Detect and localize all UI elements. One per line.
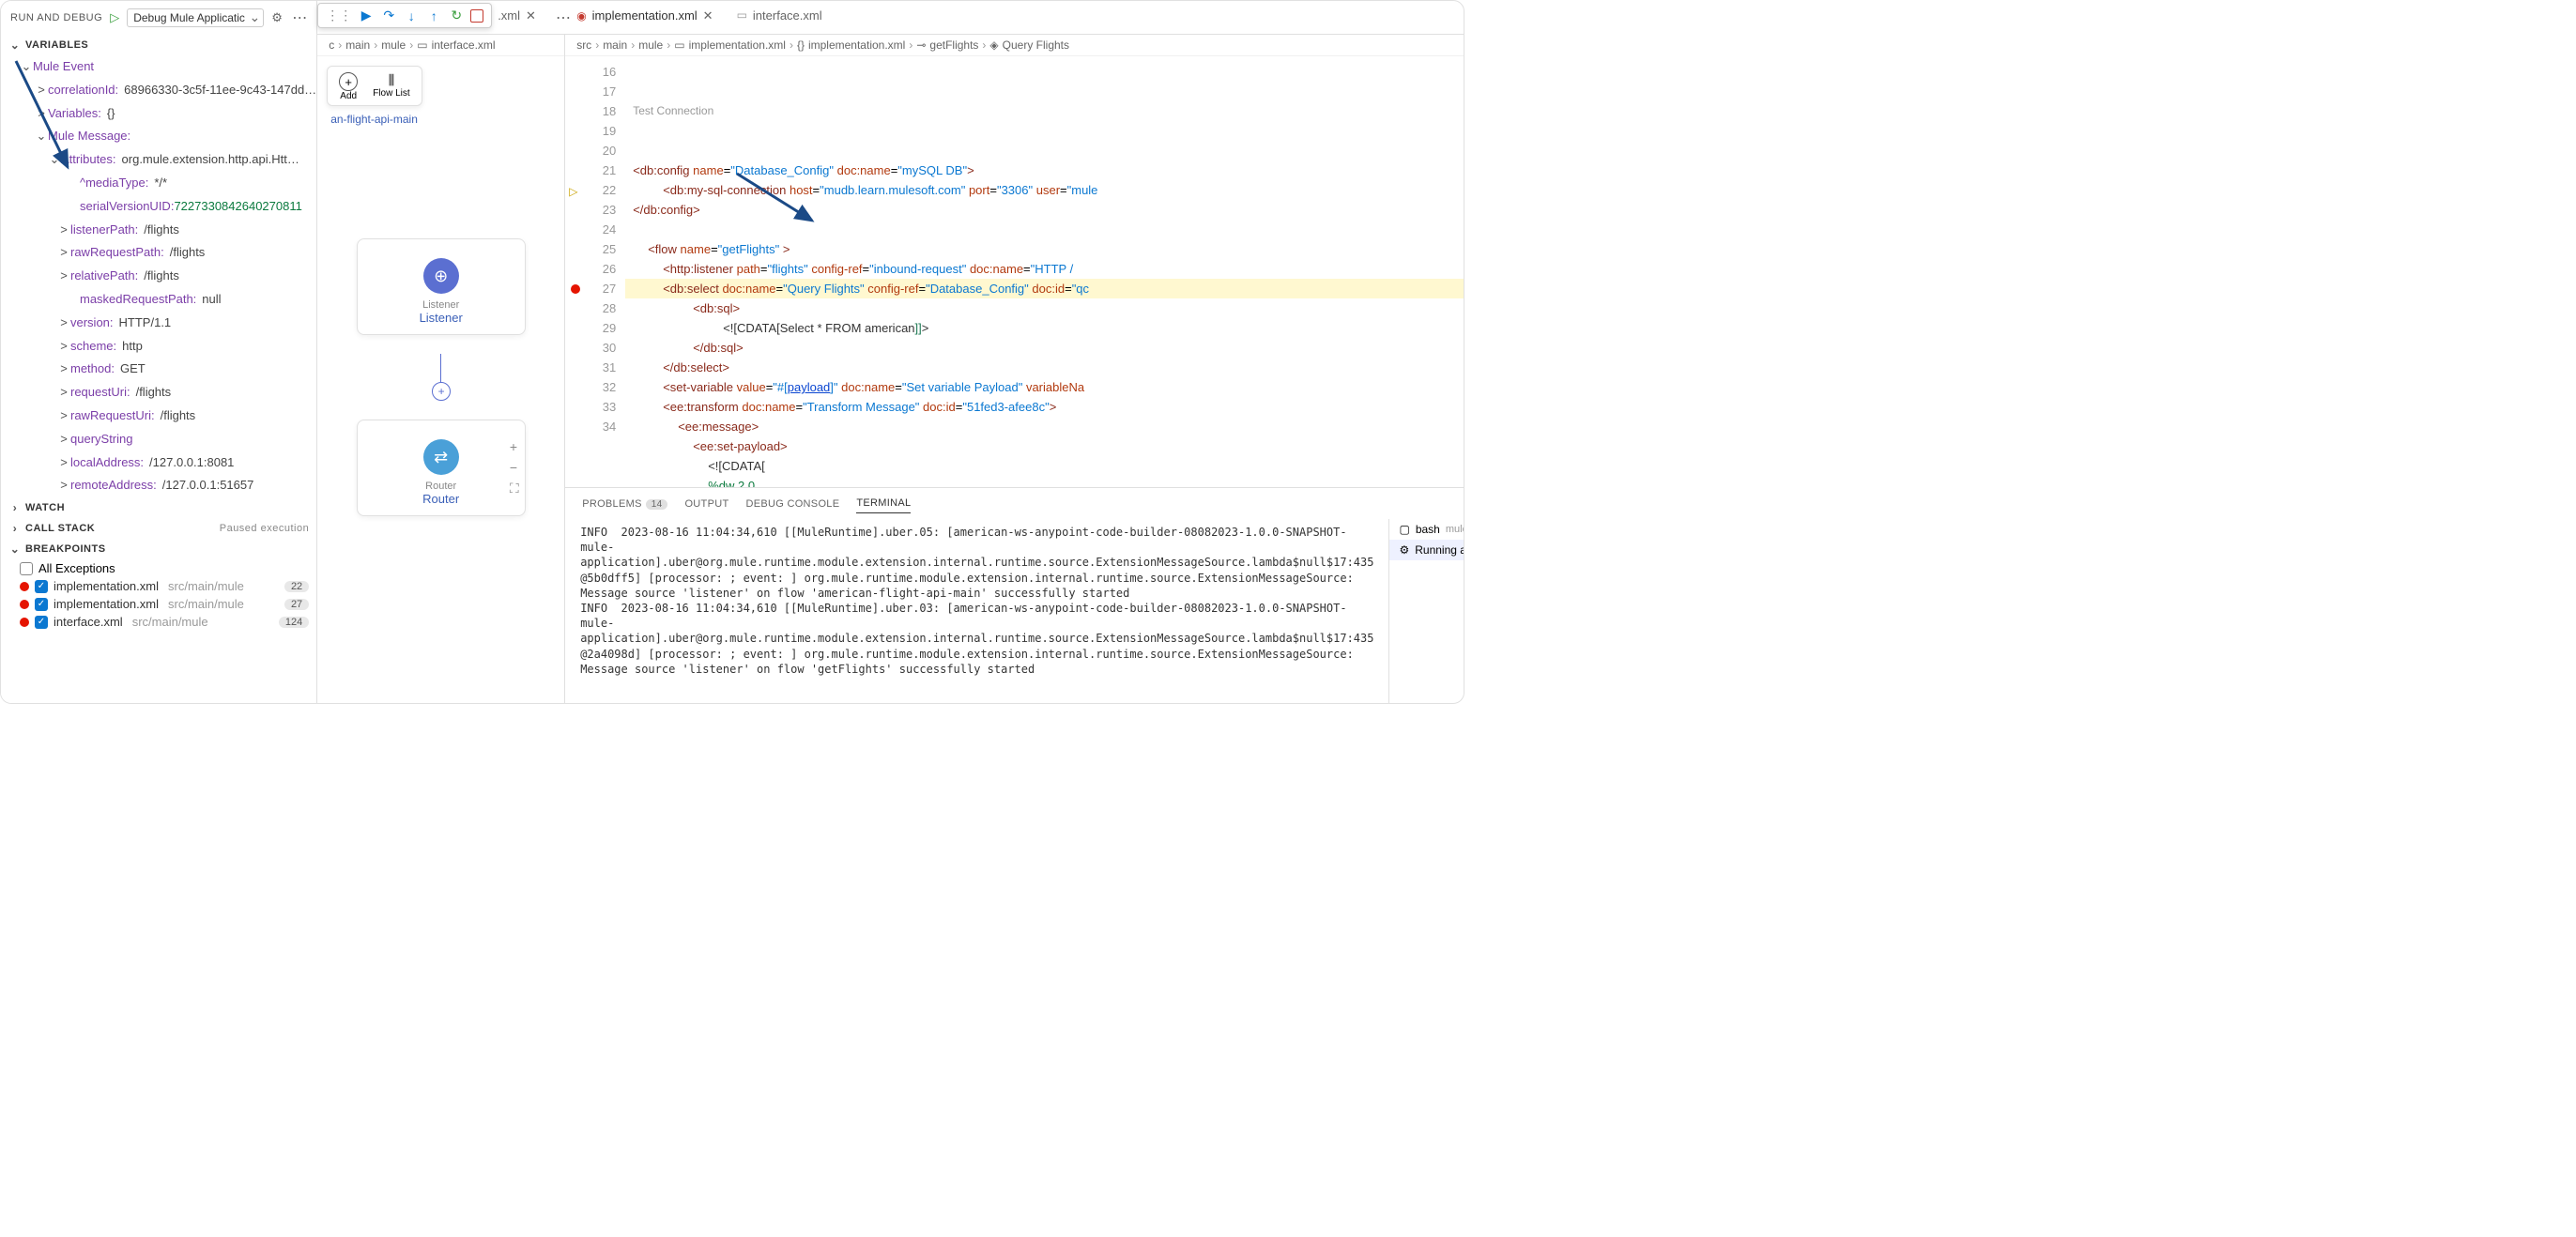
tab-debug-console[interactable]: DEBUG CONSOLE bbox=[745, 495, 839, 513]
breadcrumb-item[interactable]: main bbox=[603, 38, 627, 52]
breakpoint-all-exceptions[interactable]: All Exceptions bbox=[1, 559, 316, 577]
breadcrumb-item[interactable]: src bbox=[576, 38, 591, 52]
variable-row[interactable]: >method:GET bbox=[1, 358, 316, 381]
continue-icon[interactable]: ▶ bbox=[358, 8, 375, 23]
variable-row[interactable]: >queryString bbox=[1, 428, 316, 451]
close-icon[interactable]: ✕ bbox=[703, 8, 713, 23]
variable-row[interactable]: maskedRequestPath:null bbox=[1, 288, 316, 312]
breadcrumb-item[interactable]: Query Flights bbox=[1003, 38, 1069, 52]
code-line[interactable]: </db:select> bbox=[625, 358, 1464, 377]
code-line[interactable]: <ee:transform doc:name="Transform Messag… bbox=[625, 397, 1464, 417]
flowlist-button[interactable]: ⫼Flow List bbox=[373, 72, 409, 101]
tab-interface[interactable]: .xml ✕ bbox=[486, 8, 548, 23]
breakpoint-row[interactable]: ✓implementation.xmlsrc/main/mule27 bbox=[1, 595, 316, 613]
watch-section[interactable]: ›WATCH bbox=[1, 497, 316, 518]
step-over-icon[interactable]: ↷ bbox=[380, 8, 397, 23]
variable-row[interactable]: serialVersionUID:7227330842640270811 bbox=[1, 195, 316, 219]
shell-row[interactable]: ▢bashmule-enterprise-standalone-4.4.0-20… bbox=[1389, 519, 1464, 540]
breadcrumb-item[interactable]: main bbox=[345, 38, 370, 52]
more-icon[interactable]: ⋯ bbox=[292, 8, 307, 27]
step-out-icon[interactable]: ↑ bbox=[425, 8, 442, 23]
drag-handle-icon[interactable]: ⋮⋮ bbox=[326, 8, 352, 23]
terminal-output[interactable]: INFO 2023-08-16 11:04:34,610 [[MuleRunti… bbox=[565, 519, 1388, 703]
gear-icon[interactable]: ⚙ bbox=[271, 10, 283, 25]
variable-row[interactable]: >remoteAddress:/127.0.0.1:51657 bbox=[1, 474, 316, 497]
code-line[interactable]: <db:sql> bbox=[625, 298, 1464, 318]
step-into-icon[interactable]: ↓ bbox=[403, 8, 420, 23]
code-line[interactable]: <ee:message> bbox=[625, 417, 1464, 436]
zoom-in-icon[interactable]: + bbox=[510, 439, 519, 454]
tab-implementation.xml[interactable]: ◉implementation.xml✕ bbox=[565, 8, 725, 24]
breakpoint-row[interactable]: ✓implementation.xmlsrc/main/mule22 bbox=[1, 577, 316, 595]
code-line[interactable]: <flow name="getFlights" > bbox=[625, 239, 1464, 259]
tab-terminal[interactable]: TERMINAL bbox=[856, 494, 911, 513]
code-line[interactable]: <![CDATA[ bbox=[625, 456, 1464, 476]
variable-row[interactable]: >relativePath:/flights bbox=[1, 265, 316, 288]
start-debug-button[interactable]: ▷ bbox=[110, 10, 119, 25]
fullscreen-icon[interactable]: ⛶ bbox=[510, 481, 519, 496]
code-line[interactable]: <ee:set-payload> bbox=[625, 436, 1464, 456]
variable-row[interactable]: >localAddress:/127.0.0.1:8081 bbox=[1, 451, 316, 475]
canvas-subtitle: an-flight-api-main bbox=[330, 113, 555, 126]
variable-row[interactable]: >listenerPath:/flights bbox=[1, 219, 316, 242]
breadcrumb: src›main›mule›▭implementation.xml›{}impl… bbox=[565, 35, 1464, 56]
code-line[interactable]: <set-variable value="#[payload]" doc:nam… bbox=[625, 377, 1464, 397]
breadcrumb-item[interactable]: implementation.xml bbox=[689, 38, 786, 52]
sidebar-title: RUN AND DEBUG bbox=[10, 12, 102, 23]
breadcrumb-item[interactable]: implementation.xml bbox=[808, 38, 905, 52]
tab-interface.xml[interactable]: ▭interface.xml bbox=[726, 8, 835, 23]
restart-icon[interactable]: ↻ bbox=[448, 8, 465, 23]
variable-row[interactable]: >scheme:http bbox=[1, 335, 316, 359]
router-node[interactable]: ⇄ Router Router + − ⛶ bbox=[357, 420, 526, 516]
debug-toolbar: ⋮⋮ ▶ ↷ ↓ ↑ ↻ bbox=[317, 3, 492, 28]
variables-section[interactable]: ⌄VARIABLES bbox=[1, 35, 316, 55]
add-button[interactable]: +Add bbox=[339, 72, 358, 101]
code-line[interactable]: <db:select doc:name="Query Flights" conf… bbox=[625, 279, 1464, 298]
shell-row[interactable]: ⚙Running american-ws-anypoint-code-build… bbox=[1389, 540, 1464, 560]
stop-icon[interactable] bbox=[470, 9, 483, 23]
breakpoints-section[interactable]: ⌄BREAKPOINTS bbox=[1, 539, 316, 559]
tab-problems[interactable]: PROBLEMS14 bbox=[582, 495, 667, 513]
code-line[interactable]: <http:listener path="flights" config-ref… bbox=[625, 259, 1464, 279]
breadcrumb-item[interactable]: getFlights bbox=[929, 38, 978, 52]
close-icon[interactable]: ✕ bbox=[526, 8, 536, 23]
breadcrumb: c›main›mule›▭interface.xml bbox=[317, 35, 564, 56]
tab-output[interactable]: OUTPUT bbox=[684, 495, 728, 513]
zoom-out-icon[interactable]: − bbox=[510, 460, 519, 475]
breadcrumb-item[interactable]: mule bbox=[381, 38, 406, 52]
callstack-section[interactable]: ›CALL STACK Paused execution bbox=[1, 518, 316, 539]
canvas-toolbar: +Add ⫼Flow List bbox=[327, 66, 422, 106]
variable-row[interactable]: >rawRequestPath:/flights bbox=[1, 241, 316, 265]
code-line[interactable]: %dw 2.0 bbox=[625, 476, 1464, 487]
code-hint: Test Connection bbox=[625, 101, 1464, 121]
breadcrumb-item[interactable]: mule bbox=[638, 38, 663, 52]
panel-tabs: PROBLEMS14 OUTPUT DEBUG CONSOLE TERMINAL… bbox=[565, 488, 1464, 519]
variable-row[interactable]: >rawRequestUri:/flights bbox=[1, 405, 316, 428]
code-line[interactable]: <![CDATA[Select * FROM american]]> bbox=[625, 318, 1464, 338]
variable-row[interactable]: >requestUri:/flights bbox=[1, 381, 316, 405]
breakpoint-row[interactable]: ✓interface.xmlsrc/main/mule124 bbox=[1, 613, 316, 631]
variable-row[interactable]: >version:HTTP/1.1 bbox=[1, 312, 316, 335]
breadcrumb-item[interactable]: interface.xml bbox=[432, 38, 496, 52]
listener-node[interactable]: ⊕ Listener Listener bbox=[357, 238, 526, 335]
breadcrumb-item[interactable]: c bbox=[329, 38, 334, 52]
debug-config-select[interactable]: Debug Mule Applicatic bbox=[127, 8, 264, 27]
code-line[interactable]: </db:sql> bbox=[625, 338, 1464, 358]
